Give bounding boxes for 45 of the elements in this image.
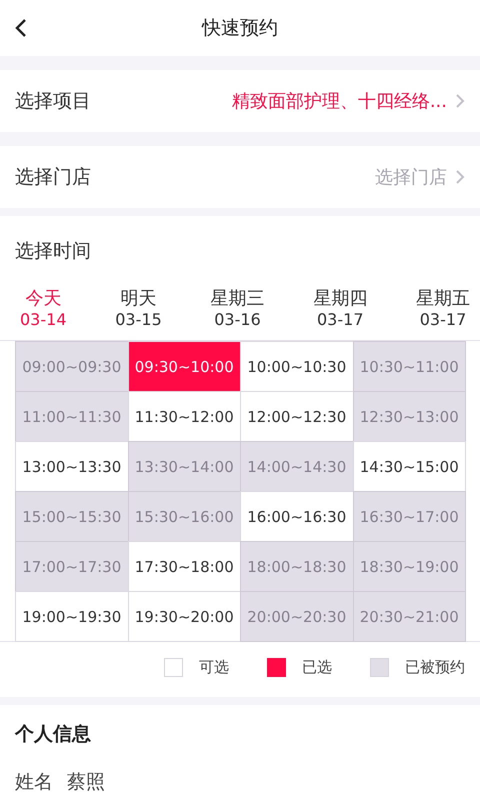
time-slot[interactable]: 17:30~18:00: [128, 541, 241, 592]
page-title: 快速预约: [202, 16, 278, 41]
time-slot[interactable]: 13:00~13:30: [15, 441, 128, 492]
time-slot[interactable]: 12:30~13:00: [352, 391, 466, 442]
legend-swatch: [164, 658, 183, 677]
back-icon[interactable]: [14, 18, 28, 38]
section-title: 选择时间: [15, 240, 91, 262]
legend-swatch: [370, 658, 389, 677]
time-slot[interactable]: 09:30~10:00: [128, 341, 241, 392]
time-slot[interactable]: 16:30~17:00: [352, 491, 466, 542]
name-label: 姓名: [15, 770, 53, 795]
chevron-right-icon: [455, 93, 465, 109]
row-value: 选择门店: [375, 166, 447, 189]
time-slot[interactable]: 15:30~16:00: [128, 491, 241, 542]
day-tab[interactable]: 明天 03-15: [115, 288, 162, 330]
time-slot[interactable]: 09:00~09:30: [15, 341, 128, 392]
day-tab[interactable]: 星期三 03-16: [210, 288, 264, 330]
chevron-right-icon: [455, 169, 465, 185]
time-slot[interactable]: 11:00~11:30: [15, 391, 128, 442]
day-tab[interactable]: 星期五 03-17: [416, 288, 470, 330]
time-slot[interactable]: 18:30~19:00: [352, 541, 466, 592]
legend-label: 已选: [302, 658, 332, 677]
time-slot[interactable]: 20:30~21:00: [352, 591, 466, 642]
section-title: 个人信息: [15, 723, 91, 745]
legend-label: 可选: [199, 658, 229, 677]
time-slot[interactable]: 14:30~15:00: [352, 441, 466, 492]
row-label: 选择门店: [15, 165, 92, 190]
row-value: 精致面部护理、十四经络...: [232, 90, 447, 113]
select-row[interactable]: 选择门店 选择门店: [0, 146, 480, 208]
time-slot[interactable]: 16:00~16:30: [240, 491, 354, 542]
time-slot[interactable]: 20:00~20:30: [240, 591, 354, 642]
name-value: 蔡照: [67, 770, 105, 795]
row-label: 选择项目: [15, 89, 92, 114]
day-tab[interactable]: 星期四 03-17: [313, 288, 368, 330]
time-slot[interactable]: 15:00~15:30: [15, 491, 128, 542]
time-slot[interactable]: 18:00~18:30: [240, 541, 354, 592]
time-slot[interactable]: 14:00~14:30: [240, 441, 354, 492]
time-slot[interactable]: 10:30~11:00: [352, 341, 466, 392]
time-slot[interactable]: 17:00~17:30: [15, 541, 128, 592]
legend-label: 已被预约: [405, 658, 465, 677]
legend-swatch: [267, 658, 286, 677]
time-slot[interactable]: 19:00~19:30: [15, 591, 128, 642]
select-row[interactable]: 选择项目 精致面部护理、十四经络...: [0, 70, 480, 132]
day-tab[interactable]: 今天 03-14: [20, 288, 66, 330]
time-slot[interactable]: 13:30~14:00: [128, 441, 241, 492]
